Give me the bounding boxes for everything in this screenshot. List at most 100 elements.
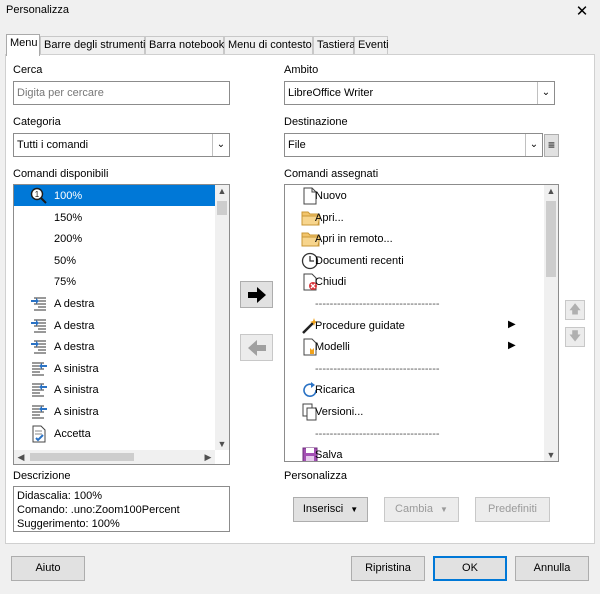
available-row[interactable]: 200% [14, 228, 215, 249]
assigned-row[interactable]: Nuovo [285, 185, 544, 206]
target-menu-button[interactable]: ≡ [544, 134, 559, 157]
scroll-thumb[interactable] [217, 201, 227, 215]
zoom-100-icon: 1 [30, 187, 48, 208]
available-row-label: 100% [54, 190, 83, 202]
assigned-row[interactable]: ---------------------------------- [285, 293, 544, 314]
tab-context-menus[interactable]: Menu di contesto [224, 36, 313, 54]
assigned-row-label: Versioni... [315, 406, 364, 418]
tab-toolbars[interactable]: Barre degli strumenti [40, 36, 146, 54]
search-placeholder: Digita per cercare [17, 87, 104, 99]
arrow-down-icon: 🡇 [568, 329, 582, 343]
tab-menu[interactable]: Menu [6, 34, 40, 56]
assigned-row[interactable]: Modelli ▶ [285, 336, 544, 357]
reset-button[interactable]: Ripristina [351, 556, 425, 581]
scroll-down-icon[interactable]: ▼ [544, 450, 558, 460]
assigned-vscrollbar[interactable]: ▲ ▼ [544, 185, 558, 461]
available-row[interactable]: A sinistra [14, 358, 215, 379]
assigned-row[interactable]: ---------------------------------- [285, 423, 544, 444]
modify-button-label: Cambia [395, 503, 433, 515]
chevron-down-icon[interactable]: ⌄ [525, 134, 542, 156]
scroll-thumb[interactable] [546, 201, 556, 277]
search-input[interactable]: Digita per cercare [13, 81, 230, 105]
target-label: Destinazione [284, 116, 348, 128]
available-row-label: 150% [54, 211, 83, 224]
ok-button[interactable]: OK [433, 556, 507, 581]
assigned-row-label: Apri in remoto... [315, 233, 393, 246]
available-commands-list[interactable]: 1 100% 150% 200% 50% 75% A destra A destra A des… [13, 184, 230, 465]
available-row-label: 75% [54, 276, 77, 289]
assigned-row[interactable]: Documenti recenti [285, 250, 544, 271]
scope-select[interactable]: LibreOffice Writer ⌄ [284, 81, 555, 105]
available-row[interactable]: A destra [14, 336, 215, 357]
tab-keyboard[interactable]: Tastiera [313, 36, 356, 54]
chevron-down-icon[interactable]: ⌄ [537, 82, 554, 104]
submenu-arrow-icon: ▶ [508, 318, 516, 330]
modify-button[interactable]: Cambia ▼ [384, 497, 459, 522]
available-row[interactable]: 1 100% [14, 185, 215, 206]
available-row[interactable]: 150% [14, 207, 215, 228]
search-label: Cerca [13, 64, 43, 76]
available-row-label: A destra [54, 341, 95, 354]
description-line: Suggerimento: 100% [17, 518, 120, 530]
available-row-label: A destra [54, 319, 95, 332]
move-down-button[interactable]: 🡇 [565, 327, 585, 347]
assigned-row[interactable]: Apri in remoto... [285, 228, 544, 249]
available-hscrollbar[interactable]: ◀ ▶ [14, 450, 215, 464]
tab-events[interactable]: Eventi [354, 36, 389, 54]
hamburger-icon: ≡ [547, 138, 555, 152]
available-row[interactable]: A destra [14, 315, 215, 336]
scope-value: LibreOffice Writer [288, 87, 374, 99]
target-select[interactable]: File ⌄ [284, 133, 543, 157]
available-vscrollbar[interactable]: ▲ ▼ [215, 185, 229, 450]
insert-button[interactable]: Inserisci ▼ [293, 497, 368, 522]
available-row[interactable]: 50% [14, 250, 215, 271]
assigned-row-label: Salva [315, 449, 343, 462]
cancel-button[interactable]: Annulla [515, 556, 589, 581]
assigned-commands-list[interactable]: Nuovo Apri... Apri in remoto... Documenti r… [284, 184, 559, 462]
assigned-row[interactable]: Apri... [285, 207, 544, 228]
assigned-row-label: ---------------------------------- [315, 298, 440, 310]
category-select[interactable]: Tutti i comandi ⌄ [13, 133, 230, 157]
available-row[interactable]: Accetta [14, 423, 215, 444]
align-left-icon [30, 360, 48, 381]
arrow-up-icon: 🡅 [568, 302, 582, 316]
align-right-icon [30, 295, 48, 316]
assigned-row[interactable]: ---------------------------------- [285, 358, 544, 379]
scroll-left-icon[interactable]: ◀ [14, 452, 28, 463]
scroll-up-icon[interactable]: ▲ [544, 186, 558, 196]
assigned-row[interactable]: Versioni... [285, 401, 544, 422]
assigned-row[interactable]: Chiudi [285, 271, 544, 292]
available-row[interactable]: A sinistra [14, 379, 215, 400]
help-button[interactable]: Aiuto [11, 556, 85, 581]
scroll-down-icon[interactable]: ▼ [215, 439, 229, 449]
defaults-button[interactable]: Predefiniti [475, 497, 550, 522]
remove-command-button[interactable] [240, 334, 273, 361]
scroll-up-icon[interactable]: ▲ [215, 186, 229, 196]
available-row[interactable]: A destra [14, 293, 215, 314]
assigned-row[interactable]: Ricarica [285, 379, 544, 400]
tab-notebookbar[interactable]: Barra notebook [145, 36, 224, 54]
svg-text:1: 1 [35, 190, 40, 199]
align-left-icon [30, 403, 48, 424]
align-right-icon [30, 338, 48, 359]
arrow-left-icon [247, 340, 266, 356]
chevron-down-icon[interactable]: ⌄ [212, 134, 229, 156]
move-up-button[interactable]: 🡅 [565, 300, 585, 320]
available-row-label: A destra [54, 298, 95, 310]
assigned-row[interactable]: Procedure guidate ▶ [285, 315, 544, 336]
window-title: Personalizza [6, 4, 69, 16]
customize-label: Personalizza [284, 470, 347, 482]
add-command-button[interactable] [240, 281, 273, 308]
available-row[interactable]: 75% [14, 271, 215, 292]
assigned-row-label: ---------------------------------- [315, 427, 440, 440]
assigned-row-label: Chiudi [315, 276, 347, 289]
scroll-right-icon[interactable]: ▶ [201, 452, 215, 463]
available-row[interactable]: A sinistra [14, 401, 215, 422]
assigned-row-label: Documenti recenti [315, 254, 404, 267]
available-row-label: A sinistra [54, 406, 99, 418]
assigned-row-label: Nuovo [315, 190, 347, 202]
assigned-row[interactable]: Salva [285, 444, 544, 462]
close-icon[interactable]: ✕ [574, 2, 590, 20]
description-box: Didascalia: 100% Comando: .uno:Zoom100Pe… [13, 486, 230, 532]
hscroll-thumb[interactable] [30, 453, 134, 461]
